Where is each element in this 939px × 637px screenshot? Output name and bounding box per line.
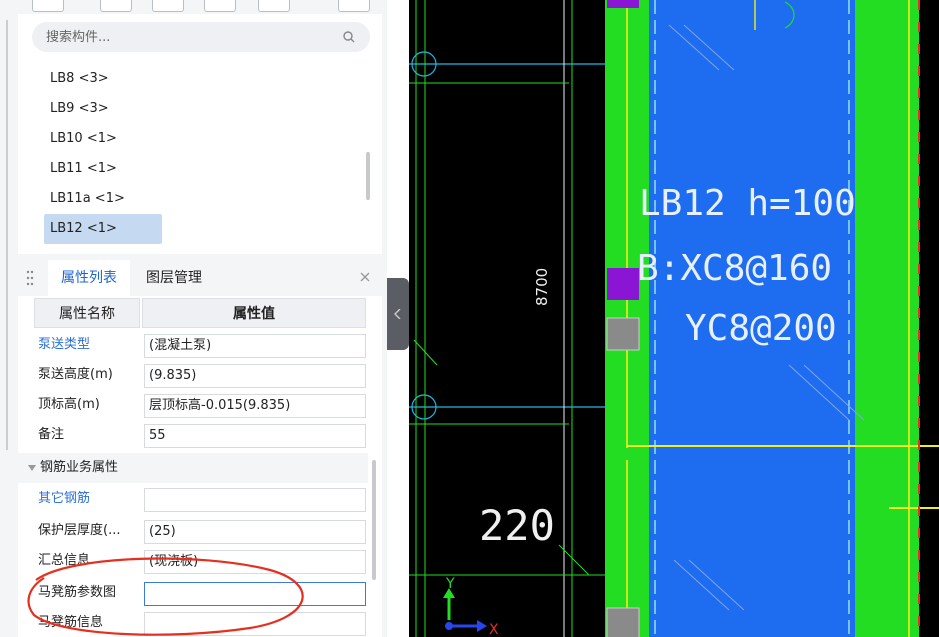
property-label: 备注	[38, 427, 65, 442]
group-label: 钢筋业务属性	[40, 460, 119, 475]
table-row: 泵送类型 (混凝土泵)	[18, 330, 368, 360]
table-row: 顶标高(m) 层顶标高-0.015(9.835)	[18, 390, 368, 420]
table-row: 汇总信息 (现浇板)	[18, 546, 368, 576]
search-input[interactable]	[46, 27, 326, 47]
rebar-b-label: B:XC8@160	[637, 248, 832, 289]
toolbar-button-filter[interactable]	[258, 0, 290, 12]
toolbar-button-more[interactable]	[338, 0, 370, 12]
component-list-panel: LB8 <3> LB9 <3> LB10 <1> LB11 <1> LB11a …	[18, 14, 382, 254]
property-panel: 属性列表 图层管理 属性名称 属性值 泵送类型 (混凝土泵) 泵送高度(m) (…	[18, 260, 382, 637]
table-row: 备注 55	[18, 420, 368, 450]
column-header-value: 属性值	[142, 298, 366, 328]
left-panel: LB8 <3> LB9 <3> LB10 <1> LB11 <1> LB11a …	[0, 0, 387, 637]
column-header-name: 属性名称	[34, 298, 140, 328]
axis-y-label: Y	[445, 576, 455, 592]
list-item[interactable]: LB9 <3>	[44, 94, 162, 124]
list-scrollbar[interactable]	[366, 152, 370, 200]
property-group-header[interactable]: 钢筋业务属性	[18, 453, 368, 483]
table-row: 保护层厚度(... (25)	[18, 516, 368, 546]
property-value-focused[interactable]	[144, 582, 366, 606]
cad-canvas[interactable]: LB12 h=100 B:XC8@160 YC8@200 220 8700 Y …	[409, 0, 939, 637]
property-label: 顶标高(m)	[38, 397, 100, 412]
property-value[interactable]: (混凝土泵)	[144, 334, 366, 358]
property-value[interactable]: 层顶标高-0.015(9.835)	[144, 394, 366, 418]
drag-handle-icon[interactable]	[26, 270, 34, 286]
table-row: 其它钢筋	[18, 484, 368, 514]
property-value[interactable]: (25)	[144, 520, 366, 544]
property-value[interactable]: (现浇板)	[144, 550, 366, 574]
property-label: 泵送高度(m)	[38, 367, 113, 382]
property-label[interactable]: 其它钢筋	[38, 484, 90, 514]
property-value[interactable]: (9.835)	[144, 364, 366, 388]
slab-label: LB12 h=100	[639, 183, 856, 224]
property-label: 汇总信息	[38, 553, 91, 568]
property-label: 保护层厚度(...	[38, 523, 121, 538]
left-divider	[6, 20, 8, 450]
property-value[interactable]	[144, 488, 366, 512]
dimension-220: 220	[479, 501, 555, 550]
list-item[interactable]: LB8 <3>	[44, 64, 162, 94]
property-scrollbar[interactable]	[372, 460, 376, 580]
property-tabs: 属性列表 图层管理	[18, 260, 382, 296]
toolbar-button-new[interactable]	[32, 0, 64, 12]
property-label: 马凳筋参数图	[38, 585, 117, 600]
table-row: 马凳筋参数图	[18, 578, 368, 608]
search-box	[32, 22, 370, 52]
property-value[interactable]: 55	[144, 424, 366, 448]
table-row: 马凳筋信息	[18, 608, 368, 637]
rebar-y-label: YC8@200	[685, 308, 837, 349]
cad-drawing[interactable]: LB12 h=100 B:XC8@160 YC8@200 220 8700 Y …	[409, 0, 939, 637]
property-table-header: 属性名称 属性值	[18, 298, 366, 328]
toolbar-button-copy[interactable]	[100, 0, 132, 12]
toolbar-button-layer[interactable]	[204, 0, 236, 12]
close-icon[interactable]	[358, 270, 372, 284]
dimension-8700: 8700	[533, 268, 551, 306]
collapse-panel-handle[interactable]	[387, 278, 409, 350]
list-item[interactable]: LB11 <1>	[44, 154, 162, 184]
property-value[interactable]	[144, 612, 366, 636]
search-icon[interactable]	[342, 30, 356, 44]
tab-layer-management[interactable]: 图层管理	[146, 260, 202, 296]
toolbar-button-delete[interactable]	[152, 0, 184, 12]
property-label: 马凳筋信息	[38, 615, 104, 630]
toolbar	[20, 0, 380, 12]
list-item[interactable]: LB11a <1>	[44, 184, 162, 214]
component-list: LB8 <3> LB9 <3> LB10 <1> LB11 <1> LB11a …	[44, 64, 364, 244]
axis-x-label: X	[489, 622, 499, 637]
tab-property-list[interactable]: 属性列表	[48, 260, 130, 296]
chevron-down-icon[interactable]	[28, 465, 36, 471]
chevron-left-icon[interactable]	[394, 309, 402, 319]
table-row: 泵送高度(m) (9.835)	[18, 360, 368, 390]
list-item-selected[interactable]: LB12 <1>	[44, 214, 162, 244]
list-item[interactable]: LB10 <1>	[44, 124, 162, 154]
property-label[interactable]: 泵送类型	[38, 330, 90, 360]
